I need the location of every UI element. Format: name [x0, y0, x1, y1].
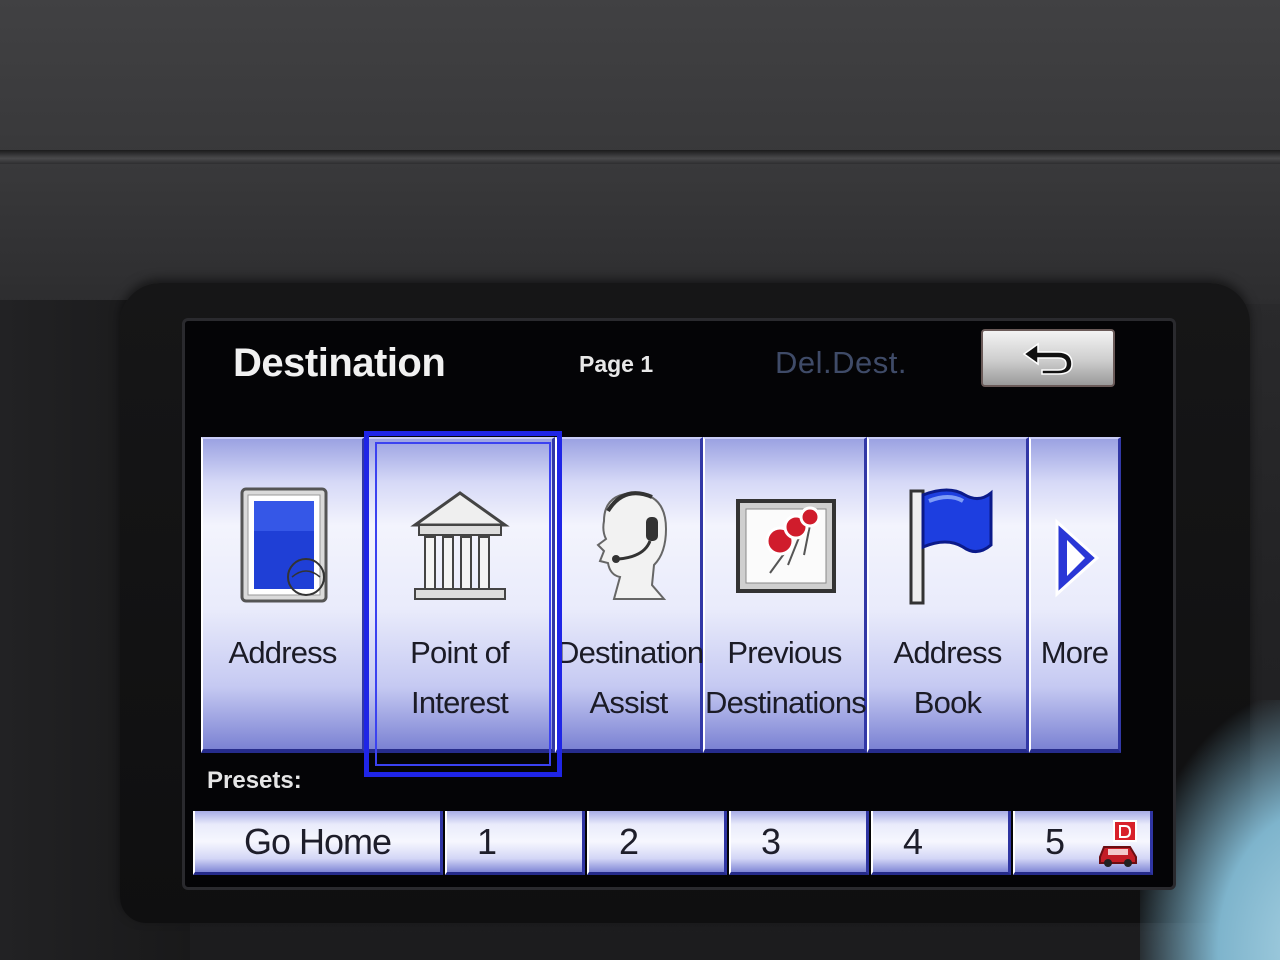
menu-item-label-line2: Interest — [411, 685, 509, 720]
preset-2-button[interactable]: 2 — [587, 811, 727, 875]
menu-item-more[interactable]: More — [1029, 437, 1121, 753]
menu-item-label-line1: Address — [893, 635, 1002, 670]
menu-item-point-of-interest[interactable]: Point of Interest — [365, 437, 555, 753]
menu-item-label-line2: Destinations — [705, 685, 867, 720]
page-title: Destination — [233, 341, 446, 385]
menu-item-label-line1: Point of — [410, 635, 510, 670]
menu-item-label-line1: Previous — [727, 635, 842, 670]
menu-item-label-line2: Book — [913, 685, 982, 720]
blue-flag-icon — [909, 488, 992, 605]
dashboard-top — [0, 0, 1280, 160]
nav-screen: Destination Page 1 Del.Dest. Address Poi… — [182, 318, 1176, 890]
preset-label: 5 — [1045, 820, 1066, 862]
preset-label: 3 — [761, 820, 782, 862]
menu-item-destination-assist[interactable]: Destination Assist — [555, 437, 704, 753]
preset-go-home-button[interactable]: Go Home — [193, 811, 443, 875]
menu-item-label: Address — [228, 635, 337, 670]
preset-label: 4 — [903, 820, 924, 862]
preset-3-button[interactable]: 3 — [729, 811, 869, 875]
menu-item-previous-destinations[interactable]: Previous Destinations — [703, 437, 867, 753]
building-columns-icon — [409, 491, 510, 600]
destination-menu: Address Point of Interest Destination As… — [201, 431, 1131, 777]
presets-label: Presets: — [207, 767, 302, 794]
preset-label: 2 — [619, 820, 640, 862]
presets-bar: Go Home 1 2 3 4 5 — [193, 811, 1153, 875]
page-indicator: Page 1 — [579, 351, 654, 377]
menu-item-address-book[interactable]: Address Book — [867, 437, 1029, 753]
preset-4-button[interactable]: 4 — [871, 811, 1011, 875]
dashboard-seam — [0, 150, 1280, 164]
preset-5-button[interactable]: 5 — [1013, 811, 1153, 875]
preset-1-button[interactable]: 1 — [445, 811, 585, 875]
play-triangle-icon — [1055, 518, 1099, 598]
preset-label: Go Home — [243, 820, 392, 862]
menu-item-label: More — [1040, 635, 1109, 670]
headset-operator-icon — [595, 491, 667, 600]
map-pins-icon — [735, 499, 836, 593]
back-arrow-icon — [1022, 342, 1073, 375]
back-button[interactable] — [981, 329, 1115, 387]
menu-item-label-line1: Destination — [557, 635, 704, 670]
delete-destination-button[interactable]: Del.Dest. — [775, 345, 907, 381]
car-destination-icon — [1099, 820, 1137, 867]
menu-item-address[interactable]: Address — [201, 437, 365, 753]
address-card-icon — [240, 487, 327, 603]
menu-item-label-line2: Assist — [589, 685, 669, 720]
preset-label: 1 — [477, 820, 498, 862]
